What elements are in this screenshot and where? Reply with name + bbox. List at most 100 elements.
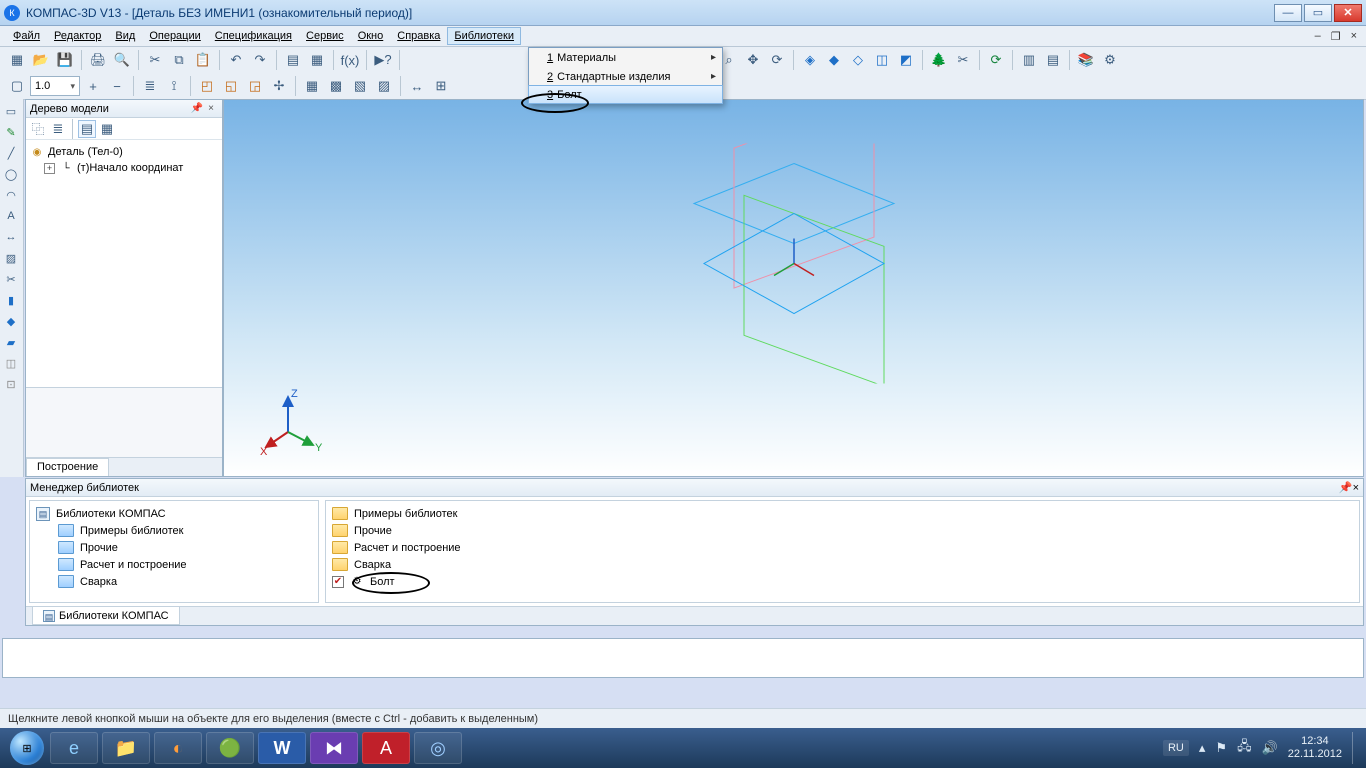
ortho-icon[interactable]: ⊞ [430, 75, 452, 97]
lt-sketch-icon[interactable]: ✎ [1, 122, 21, 142]
new-doc-icon[interactable]: ▦ [6, 49, 28, 71]
settings-icon[interactable]: ⚙ [1099, 49, 1121, 71]
taskbar-word-icon[interactable]: W [258, 732, 306, 764]
show-desktop-button[interactable] [1352, 732, 1360, 764]
lt-text-icon[interactable]: A [1, 206, 21, 226]
variables-icon[interactable]: f(x) [339, 49, 361, 71]
cut-icon[interactable]: ✂ [144, 49, 166, 71]
zoom-in-icon[interactable]: + [82, 75, 104, 97]
menu-specification[interactable]: Спецификация [208, 27, 299, 45]
lib-mgr-icon[interactable]: 📚 [1075, 49, 1097, 71]
lt-arc-icon[interactable]: ◠ [1, 185, 21, 205]
sel-mode2-icon[interactable]: ◱ [220, 75, 242, 97]
lt-select-icon[interactable]: ▭ [1, 101, 21, 121]
dim-icon[interactable]: ↔ [406, 75, 428, 97]
tray-action-center-icon[interactable]: ⚑ [1215, 740, 1227, 756]
paste-icon[interactable]: 📋 [192, 49, 214, 71]
menu-libraries[interactable]: Библиотеки [447, 27, 521, 45]
minimize-button[interactable]: — [1274, 4, 1302, 22]
spec2-icon[interactable]: ▤ [1042, 49, 1064, 71]
sel-mode1-icon[interactable]: ◰ [196, 75, 218, 97]
taskbar-vs-icon[interactable]: ⧓ [310, 732, 358, 764]
spec-icon[interactable]: ▥ [1018, 49, 1040, 71]
tray-volume-icon[interactable]: 🔊 [1262, 740, 1278, 756]
print-icon[interactable]: 🖨 [87, 49, 109, 71]
hidden2-icon[interactable]: ◩ [895, 49, 917, 71]
lib-left-root[interactable]: ▤ Библиотеки КОМПАС [36, 505, 312, 522]
save-icon[interactable]: 💾 [54, 49, 76, 71]
tree-mode4-icon[interactable]: ▦ [98, 120, 116, 138]
tree-mode2-icon[interactable]: ≣ [49, 120, 67, 138]
lib-right-item-bolt[interactable]: ✔ ⚙ Болт [332, 573, 1353, 590]
lt-circle-icon[interactable]: ◯ [1, 164, 21, 184]
shade-icon[interactable]: ◆ [823, 49, 845, 71]
dropdown-standard-items[interactable]: 2 Стандартные изделия [529, 67, 722, 86]
lt-body2-icon[interactable]: ◆ [1, 311, 21, 331]
viewport-3d[interactable]: Z X Y [223, 99, 1364, 477]
maximize-button[interactable]: ▭ [1304, 4, 1332, 22]
zoom-out-icon[interactable]: − [106, 75, 128, 97]
section-icon[interactable]: ✂ [952, 49, 974, 71]
tray-network-icon[interactable]: 🖧 [1237, 737, 1252, 759]
taskbar-explorer-icon[interactable]: 📁 [102, 732, 150, 764]
mdi-minimize[interactable]: – [1312, 30, 1324, 43]
taskbar-chrome-icon[interactable]: 🟢 [206, 732, 254, 764]
taskbar-mediaplayer-icon[interactable]: ◐ [154, 732, 202, 764]
grid1-icon[interactable]: ▦ [301, 75, 323, 97]
grid4-icon[interactable]: ▨ [373, 75, 395, 97]
scale-select[interactable]: 1.0 [30, 76, 80, 96]
lt-edit-icon[interactable]: ✂ [1, 269, 21, 289]
manager-icon[interactable]: ▤ [282, 49, 304, 71]
redo-icon[interactable]: ↷ [249, 49, 271, 71]
lt-hatch-icon[interactable]: ▨ [1, 248, 21, 268]
grid3-icon[interactable]: ▧ [349, 75, 371, 97]
tree-mode1-icon[interactable]: ⿻ [29, 120, 47, 138]
close-button[interactable]: ✕ [1334, 4, 1362, 22]
lib-right-item-1[interactable]: Прочие [332, 522, 1353, 539]
libmgr-left-tree[interactable]: ▤ Библиотеки КОМПАС Примеры библиотек Пр… [29, 500, 319, 603]
grid2-icon[interactable]: ▩ [325, 75, 347, 97]
taskbar-ie-icon[interactable]: e [50, 732, 98, 764]
open-icon[interactable]: 📂 [30, 49, 52, 71]
sel-mode4-icon[interactable]: ✢ [268, 75, 290, 97]
tree-body[interactable]: ◉ Деталь (Тел-0) + └ (т)Начало координат [26, 140, 222, 387]
libmgr-right-list[interactable]: Примеры библиотек Прочие Расчет и постро… [325, 500, 1360, 603]
lt-body3-icon[interactable]: ▰ [1, 332, 21, 352]
tree-tab-build[interactable]: Построение [26, 458, 109, 476]
preview-icon[interactable]: 🔍 [111, 49, 133, 71]
menu-file[interactable]: Файл [6, 27, 47, 45]
wire-icon[interactable]: ◇ [847, 49, 869, 71]
dropdown-bolt[interactable]: 3 Болт [528, 85, 723, 104]
tree-origin-row[interactable]: + └ (т)Начало координат [30, 160, 218, 176]
mdi-close[interactable]: × [1348, 30, 1360, 43]
layers-icon[interactable]: ≣ [139, 75, 161, 97]
lt-surf-icon[interactable]: ◫ [1, 353, 21, 373]
undo-icon[interactable]: ↶ [225, 49, 247, 71]
lib-right-item-3[interactable]: Сварка [332, 556, 1353, 573]
lib-right-item-0[interactable]: Примеры библиотек [332, 505, 1353, 522]
expander-icon[interactable]: + [44, 163, 55, 174]
command-input-bar[interactable] [2, 638, 1364, 678]
taskbar-adobe-icon[interactable]: A [362, 732, 410, 764]
lt-body1-icon[interactable]: ▮ [1, 290, 21, 310]
tree-close-icon[interactable]: × [204, 103, 218, 114]
menu-window[interactable]: Окно [351, 27, 391, 45]
tree-root-row[interactable]: ◉ Деталь (Тел-0) [30, 144, 218, 160]
lang-indicator[interactable]: RU [1163, 740, 1189, 756]
lt-line-icon[interactable]: ╱ [1, 143, 21, 163]
copy-icon[interactable]: ⧉ [168, 49, 190, 71]
lt-aux-icon[interactable]: ⊡ [1, 374, 21, 394]
library-icon[interactable]: ▦ [306, 49, 328, 71]
rebuild-icon[interactable]: ⟳ [985, 49, 1007, 71]
rotate-icon[interactable]: ⟳ [766, 49, 788, 71]
menu-operations[interactable]: Операции [142, 27, 207, 45]
lib-right-item-2[interactable]: Расчет и построение [332, 539, 1353, 556]
hidden-icon[interactable]: ◫ [871, 49, 893, 71]
checkbox-icon[interactable]: ✔ [332, 576, 344, 588]
tray-flag-icon[interactable]: ▴ [1199, 740, 1206, 756]
tree-icon[interactable]: 🌲 [928, 49, 950, 71]
tool2-a[interactable]: ▢ [6, 75, 28, 97]
lt-dim-icon[interactable]: ↔ [1, 227, 21, 247]
lib-left-item-0[interactable]: Примеры библиотек [36, 522, 312, 539]
menu-help[interactable]: Справка [390, 27, 447, 45]
